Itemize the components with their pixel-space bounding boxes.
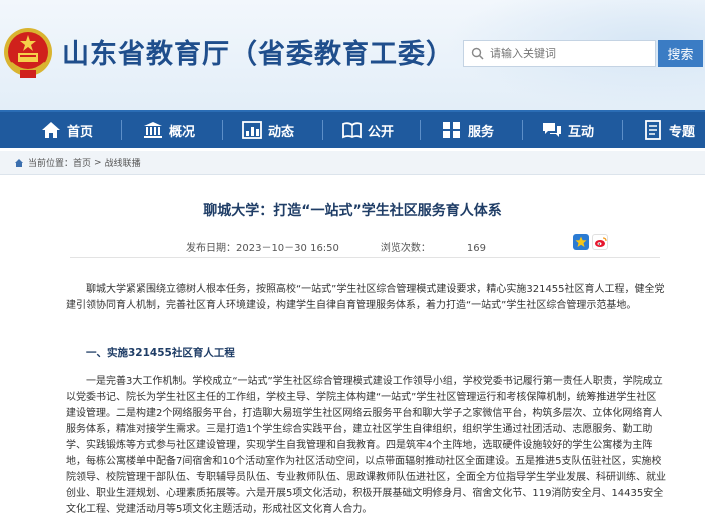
nav-label: 服务	[468, 124, 495, 140]
nav-item-topics[interactable]: 专题	[642, 112, 695, 148]
breadcrumb-separator: >	[94, 157, 102, 168]
search-button[interactable]: 搜索	[658, 40, 703, 67]
main-nav: 首页 概况 动态 公开 服务 互动 专题	[0, 110, 705, 148]
nav-label: 动态	[268, 124, 295, 140]
publish-label: 发布日期：	[186, 243, 236, 254]
breadcrumb-link-current[interactable]: 战线联播	[105, 156, 141, 169]
nav-label: 专题	[669, 124, 696, 140]
national-emblem-icon	[2, 26, 54, 82]
nav-item-overview[interactable]: 概况	[142, 112, 195, 148]
section-heading: 一、实施321455社区育人工程	[86, 347, 235, 359]
site-header: 山东省教育厅（省委教育工委） 搜索	[0, 0, 705, 110]
document-icon	[642, 119, 664, 141]
article-title: 聊城大学：打造“一站式”学生社区服务育人体系	[203, 203, 502, 219]
nav-divider	[522, 120, 523, 140]
article-paragraph: 聊城大学紧紧围绕立德树人根本任务，按照高校“一站式”学生社区综合管理模式建设要求…	[66, 284, 665, 311]
chat-icon	[541, 119, 563, 141]
nav-divider	[622, 120, 623, 140]
views-label: 浏览次数：	[380, 243, 431, 254]
nav-label: 公开	[368, 124, 395, 140]
nav-divider	[420, 120, 421, 140]
qzone-share-icon[interactable]	[573, 234, 589, 250]
search-box	[463, 40, 656, 67]
breadcrumb-bar: 当前位置： 首页 > 战线联播	[0, 151, 705, 175]
search-input[interactable]	[490, 41, 650, 66]
nav-item-interact[interactable]: 互动	[541, 112, 594, 148]
publish-time: 2023－10－30 16:50	[236, 243, 339, 254]
nav-divider	[222, 120, 223, 140]
nav-divider	[322, 120, 323, 140]
building-icon	[142, 119, 164, 141]
location-icon	[14, 158, 24, 168]
article-paragraph: 一是完善3大工作机制。学校成立“一站式”学生社区综合管理模式建设工作领导小组，学…	[66, 376, 666, 515]
nav-item-public[interactable]: 公开	[341, 112, 394, 148]
nav-label: 首页	[67, 124, 94, 140]
nav-item-service[interactable]: 服务	[441, 112, 494, 148]
breadcrumb-link-home[interactable]: 首页	[73, 156, 91, 169]
grid-icon	[441, 119, 463, 141]
weibo-share-icon[interactable]	[592, 234, 608, 250]
breadcrumb: 当前位置： 首页 > 战线联播	[14, 156, 141, 169]
title-divider	[70, 257, 660, 258]
views-count: 169	[466, 243, 486, 254]
nav-label: 概况	[169, 124, 196, 140]
home-icon	[40, 119, 62, 141]
nav-label: 互动	[568, 124, 595, 140]
nav-item-news[interactable]: 动态	[241, 112, 294, 148]
share-buttons	[573, 234, 608, 250]
article-meta: 发布日期：2023－10－30 16:50 浏览次数： 169	[186, 239, 486, 254]
nav-item-home[interactable]: 首页	[40, 112, 93, 148]
site-title: 山东省教育厅（省委教育工委）	[62, 39, 454, 70]
chart-icon	[241, 119, 263, 141]
book-icon	[341, 119, 363, 141]
breadcrumb-prefix: 当前位置：	[28, 159, 74, 169]
nav-divider	[121, 120, 122, 140]
search-icon	[464, 41, 490, 66]
